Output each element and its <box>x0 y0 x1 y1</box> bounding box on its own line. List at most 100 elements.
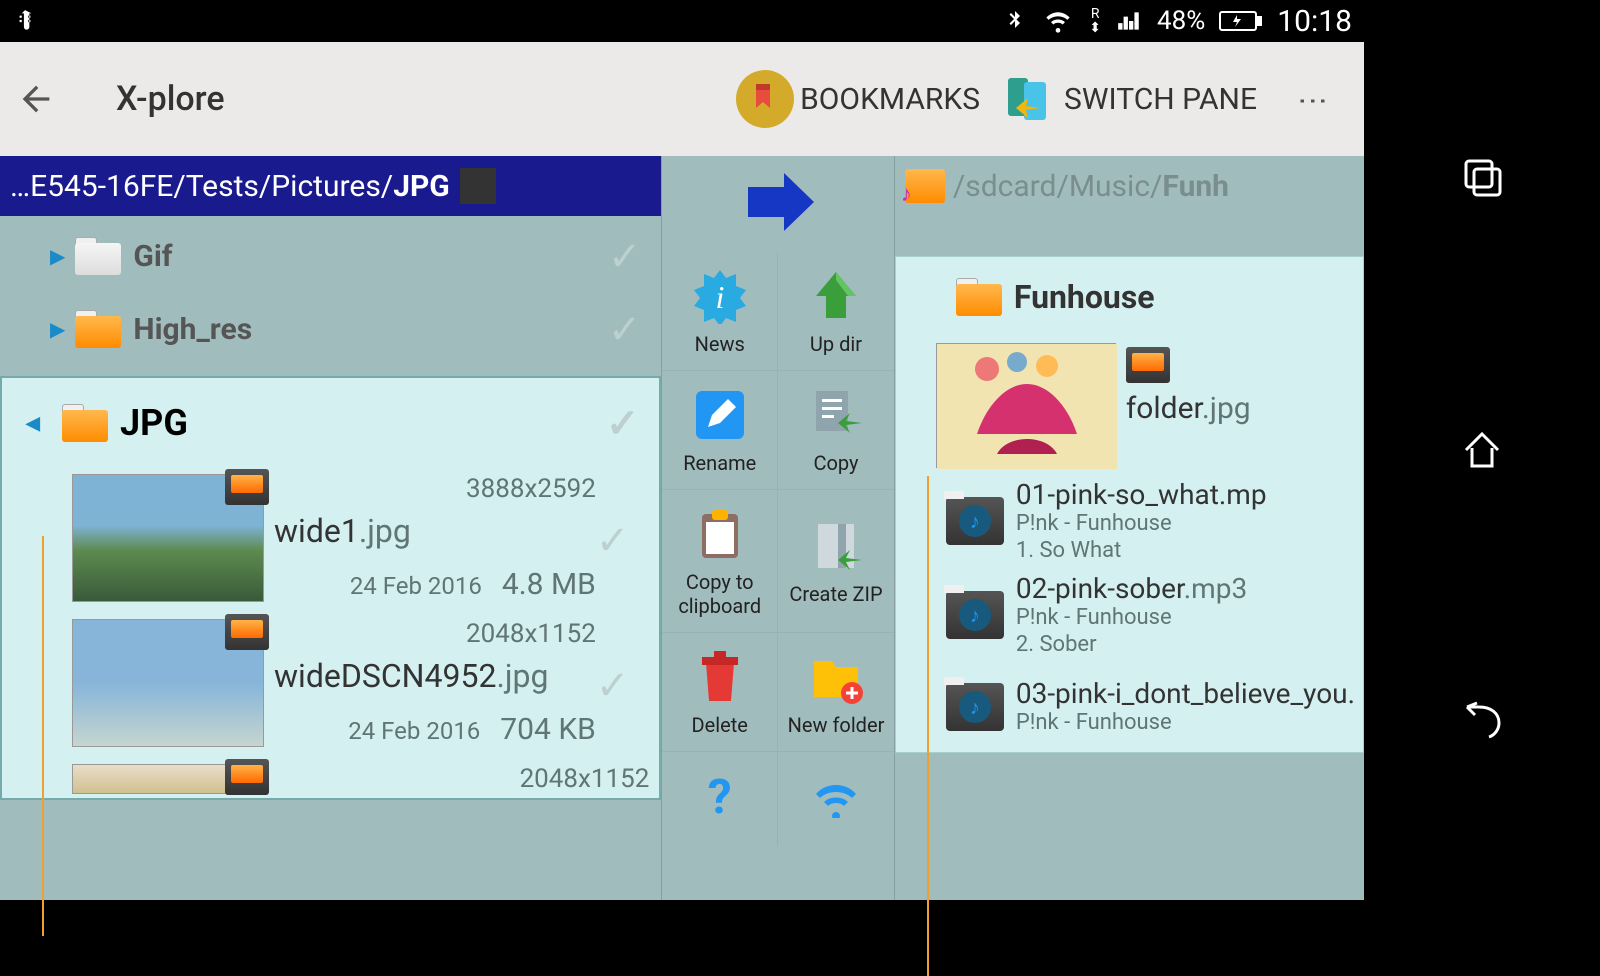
selected-folder-jpg: ◀ JPG ✓ 3888x2592 wide1.jpg 24 Feb 2016 <box>0 376 661 800</box>
recent-apps-button[interactable] <box>1452 147 1512 207</box>
app-title: X-plore <box>116 79 225 119</box>
zip-icon <box>806 516 866 576</box>
audio-album: P!nk - Funhouse <box>1016 511 1355 537</box>
clock: 10:18 <box>1277 4 1352 39</box>
rename-icon <box>690 385 750 445</box>
file-name: wide1.jpg <box>274 512 596 550</box>
check-icon[interactable]: ✓ <box>596 517 630 564</box>
check-icon[interactable]: ✓ <box>606 400 640 447</box>
folder-label: JPG <box>120 402 188 444</box>
audio-title: 01-pink-so_what.mp <box>1016 478 1355 511</box>
right-path-bar[interactable]: ♪ /sdcard/Music/Funh <box>895 156 1364 216</box>
bookmark-icon <box>736 70 794 128</box>
audio-title: 03-pink-i_dont_believe_you. <box>1016 677 1355 710</box>
copy-icon <box>806 385 866 445</box>
mobile-data-icon: R ⬍ <box>1089 7 1101 35</box>
image-type-badge-icon <box>1126 347 1170 383</box>
folder-label: Gif <box>133 239 172 274</box>
action-wifi[interactable] <box>778 752 894 846</box>
file-partial[interactable]: 2048x1152 <box>2 758 659 798</box>
action-copy-clipboard[interactable]: Copy to clipboard <box>662 490 778 633</box>
check-icon[interactable]: ✓ <box>608 233 642 280</box>
image-thumbnail <box>936 343 1116 468</box>
switch-pane-label: SWITCH PANE <box>1064 82 1257 117</box>
wifi-share-icon <box>806 766 866 826</box>
action-label: Up dir <box>810 332 862 356</box>
image-type-badge-icon <box>225 759 269 795</box>
right-path-current: Funh <box>1162 169 1229 204</box>
action-label: Copy to clipboard <box>666 570 773 618</box>
file-dimensions: 2048x1152 <box>274 619 596 649</box>
audio-title: 02-pink-sober.mp3 <box>1016 572 1355 605</box>
audio-sober[interactable]: 02-pink-sober.mp3 P!nk - Funhouse 2. Sob… <box>896 568 1363 662</box>
action-news[interactable]: i News <box>662 252 778 371</box>
signal-icon <box>1115 8 1143 34</box>
folder-funhouse-header[interactable]: Funhouse <box>896 257 1363 337</box>
action-up-dir[interactable]: Up dir <box>778 252 894 371</box>
check-icon[interactable]: ✓ <box>608 306 642 353</box>
expand-arrow-icon: ▶ <box>50 317 65 341</box>
folder-gif[interactable]: ▶ Gif ✓ <box>0 216 661 296</box>
folder-jpg-header[interactable]: ◀ JPG ✓ <box>2 378 659 468</box>
audio-file-icon <box>946 497 1004 545</box>
file-wide1[interactable]: 3888x2592 wide1.jpg 24 Feb 2016 4.8 MB ✓ <box>2 468 659 613</box>
file-size: 704 KB <box>500 712 596 747</box>
bookmarks-button[interactable]: BOOKMARKS <box>736 70 980 128</box>
home-button[interactable] <box>1452 420 1512 480</box>
overflow-menu-button[interactable]: ⋮ <box>1277 86 1348 112</box>
switch-pane-icon <box>1000 70 1058 128</box>
audio-file-icon <box>946 683 1004 731</box>
action-copy[interactable]: Copy <box>778 371 894 490</box>
audio-so-what[interactable]: 01-pink-so_what.mp P!nk - Funhouse 1. So… <box>896 474 1363 568</box>
expand-arrow-icon: ▶ <box>50 244 65 268</box>
check-icon[interactable]: ✓ <box>596 662 630 709</box>
wifi-icon <box>1041 7 1075 35</box>
transfer-direction-icon[interactable] <box>738 162 818 242</box>
action-help[interactable]: ? <box>662 752 778 846</box>
action-label: Delete <box>692 713 748 737</box>
file-dimensions: 2048x1152 <box>274 764 649 794</box>
folder-icon <box>75 310 121 348</box>
folder-high-res[interactable]: ▶ High_res ✓ <box>0 296 661 376</box>
left-path-bar[interactable]: …E545-16FE/Tests/Pictures/JPG <box>0 156 661 216</box>
clipboard-icon <box>690 504 750 564</box>
left-path-prefix: …E545-16FE/Tests/Pictures/ <box>10 169 393 204</box>
action-delete[interactable]: Delete <box>662 633 778 752</box>
audio-i-dont-believe[interactable]: 03-pink-i_dont_believe_you. P!nk - Funho… <box>896 662 1363 752</box>
file-size: 4.8 MB <box>502 567 596 602</box>
switch-pane-button[interactable]: SWITCH PANE <box>1000 70 1257 128</box>
left-path-current: JPG <box>393 169 450 204</box>
action-rename[interactable]: Rename <box>662 371 778 490</box>
folder-icon <box>75 237 121 275</box>
action-new-folder[interactable]: New folder <box>778 633 894 752</box>
right-path-prefix: /sdcard/Music/ <box>953 169 1163 204</box>
file-widedscn4952[interactable]: 2048x1152 wideDSCN4952.jpg 24 Feb 2016 7… <box>2 613 659 758</box>
battery-percent: 48% <box>1157 6 1205 36</box>
image-thumbnail <box>72 619 264 747</box>
battery-icon <box>1219 9 1263 33</box>
action-create-zip[interactable]: Create ZIP <box>778 490 894 633</box>
folder-label: High_res <box>133 312 252 347</box>
audio-album: P!nk - Funhouse <box>1016 605 1355 631</box>
folder-icon <box>956 278 1002 316</box>
audio-track: 2. Sober <box>1016 632 1355 658</box>
trash-icon <box>690 647 750 707</box>
back-button[interactable] <box>16 79 56 119</box>
image-thumbnail <box>72 764 264 794</box>
audio-album: P!nk - Funhouse <box>1016 710 1355 736</box>
right-folder-funhouse: Funhouse folder.jpg <box>895 256 1364 753</box>
audio-track: 1. So What <box>1016 538 1355 564</box>
action-label: New folder <box>788 713 885 737</box>
file-date: 24 Feb 2016 <box>350 572 482 600</box>
folder-label: Funhouse <box>1014 278 1155 316</box>
file-folder-jpg[interactable]: folder.jpg <box>896 337 1363 474</box>
action-pane: i News Up dir Rename <box>661 156 894 900</box>
app-toolbar: X-plore BOOKMARKS SWITCH PANE ⋮ <box>0 42 1364 156</box>
back-button[interactable] <box>1452 693 1512 753</box>
bookmarks-label: BOOKMARKS <box>800 82 980 117</box>
action-label: Copy <box>813 451 858 475</box>
image-type-badge-icon <box>225 614 269 650</box>
left-pane: …E545-16FE/Tests/Pictures/JPG ▶ Gif ✓ ▶ … <box>0 156 661 900</box>
action-label: Rename <box>683 451 756 475</box>
collapse-arrow-icon: ◀ <box>26 413 40 434</box>
